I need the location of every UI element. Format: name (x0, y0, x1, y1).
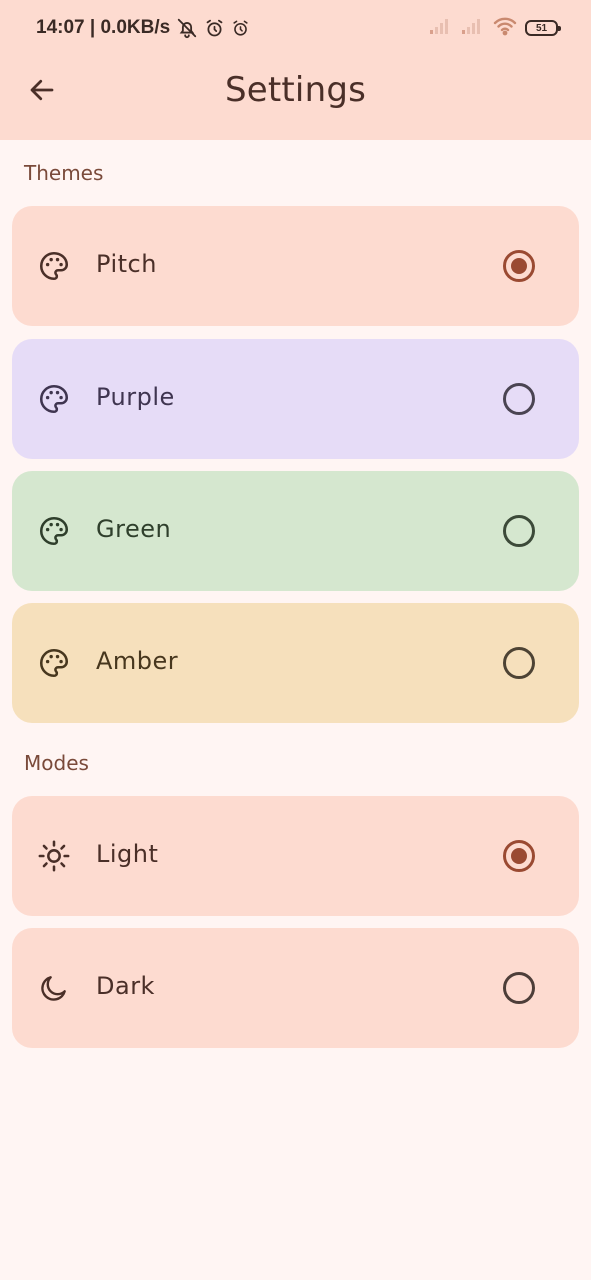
signal-icon (461, 17, 485, 39)
palette-icon (36, 513, 72, 549)
mode-option-dark[interactable]: Dark (12, 928, 579, 1048)
radio-dot (511, 848, 527, 864)
radio-button-selected[interactable] (503, 840, 535, 872)
palette-icon (36, 381, 72, 417)
moon-icon (36, 970, 72, 1006)
radio-button-unselected[interactable] (503, 515, 535, 547)
alarm-icon (231, 19, 250, 38)
sun-icon (36, 838, 72, 874)
theme-option-label: Purple (96, 383, 175, 411)
theme-option-label: Green (96, 515, 172, 543)
radio-button-selected[interactable] (503, 250, 535, 282)
radio-button-unselected[interactable] (503, 383, 535, 415)
theme-option-label: Amber (96, 647, 179, 675)
wifi-icon (493, 16, 517, 40)
mode-option-label: Dark (96, 972, 155, 1000)
alarm-icon (204, 18, 225, 39)
mode-option-label: Light (96, 840, 159, 868)
status-bar: 14:07 | 0.0KB/s 51 (0, 0, 591, 56)
radio-dot (511, 258, 527, 274)
theme-option-amber[interactable]: Amber (12, 603, 579, 723)
section-label-modes: Modes (24, 751, 89, 775)
section-label-themes: Themes (24, 161, 104, 185)
notifications-off-icon (176, 17, 198, 39)
status-time-speed: 14:07 | 0.0KB/s (36, 17, 171, 38)
status-left: 14:07 | 0.0KB/s (36, 14, 250, 42)
radio-button-unselected[interactable] (503, 647, 535, 679)
theme-option-pitch[interactable]: Pitch (12, 206, 579, 326)
theme-option-purple[interactable]: Purple (12, 339, 579, 459)
palette-icon (36, 645, 72, 681)
signal-icon (429, 17, 453, 39)
theme-option-green[interactable]: Green (12, 471, 579, 591)
page-title: Settings (224, 70, 367, 110)
app-bar: 14:07 | 0.0KB/s 51 Settings (0, 0, 591, 140)
battery-icon: 51 (525, 20, 561, 36)
battery-level: 51 (535, 22, 548, 34)
radio-button-unselected[interactable] (503, 972, 535, 1004)
status-right: 51 (429, 14, 561, 42)
theme-option-label: Pitch (96, 250, 157, 278)
palette-icon (36, 248, 72, 284)
mode-option-light[interactable]: Light (12, 796, 579, 916)
